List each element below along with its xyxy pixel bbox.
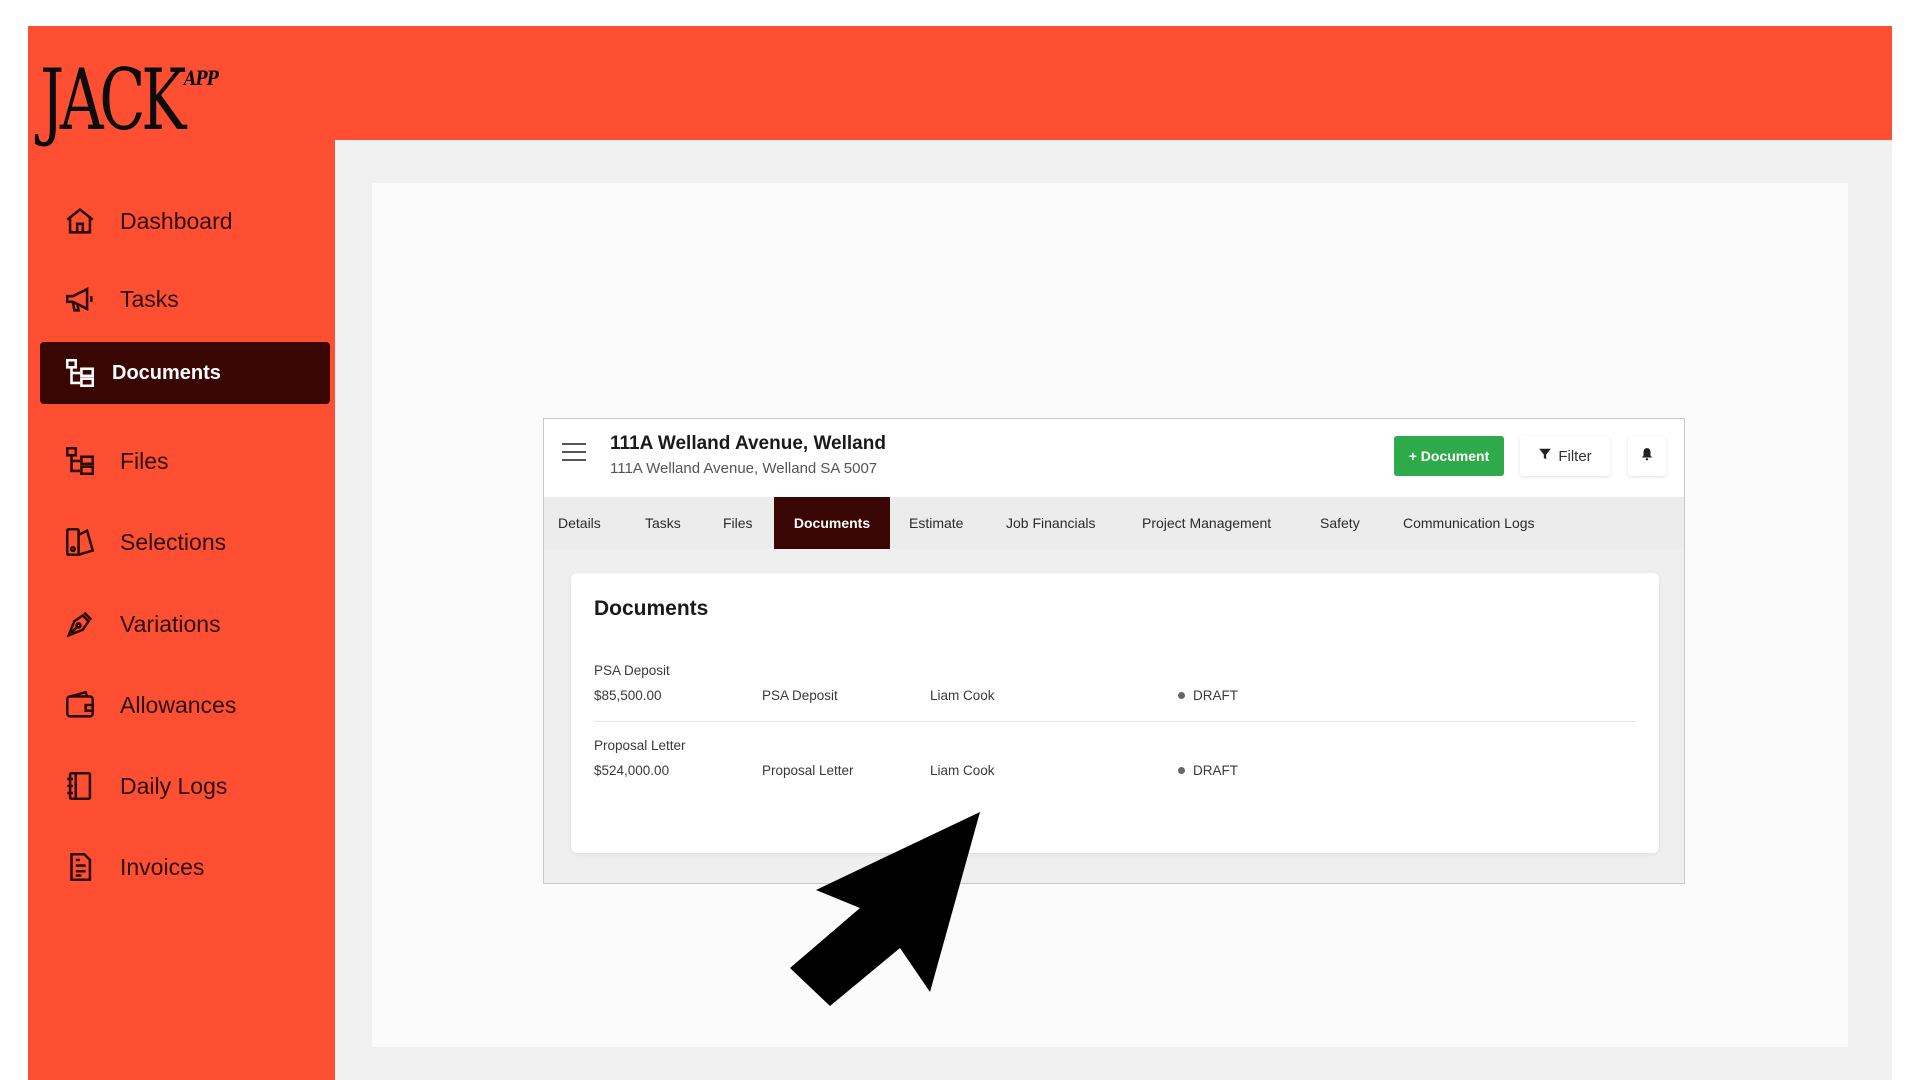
document-owner: Liam Cook [930, 763, 995, 778]
tab-documents[interactable]: Documents [774, 497, 890, 549]
hamburger-menu-icon[interactable] [562, 443, 586, 463]
document-type: PSA Deposit [762, 688, 838, 703]
sidebar-item-label: Documents [112, 361, 221, 384]
row-divider [594, 721, 1636, 722]
tab-estimate[interactable]: Estimate [909, 497, 963, 549]
filter-label: Filter [1558, 447, 1592, 465]
status-badge: DRAFT [1178, 763, 1238, 778]
job-address: 111A Welland Avenue, Welland SA 5007 [610, 460, 878, 477]
sidebar-item-label: Allowances [120, 691, 237, 718]
document-amount: $524,000.00 [594, 763, 670, 778]
job-header: 111A Welland Avenue, Welland 111A Wellan… [544, 419, 1684, 497]
sidebar-item-files[interactable]: Files [40, 430, 330, 492]
sidebar-item-label: Selections [120, 528, 227, 555]
megaphone-icon [60, 279, 100, 319]
status-dot-icon [1178, 692, 1185, 699]
tab-communication-logs[interactable]: Communication Logs [1403, 497, 1535, 549]
files-tree-icon [60, 441, 100, 481]
sidebar-item-label: Variations [120, 610, 221, 637]
sidebar-item-invoices[interactable]: Invoices [40, 836, 330, 898]
job-title: 111A Welland Avenue, Welland [610, 433, 886, 454]
sidebar-item-label: Invoices [120, 853, 205, 880]
sidebar-item-label: Dashboard [120, 207, 233, 234]
notification-button[interactable] [1628, 436, 1666, 476]
tab-details[interactable]: Details [558, 497, 601, 549]
home-icon [60, 201, 100, 241]
invoice-icon [60, 847, 100, 887]
sidebar-item-label: Tasks [120, 285, 179, 312]
job-screenshot-panel: 111A Welland Avenue, Welland 111A Wellan… [543, 418, 1685, 884]
notebook-icon [60, 766, 100, 806]
document-type: Proposal Letter [762, 763, 854, 778]
sidebar-item-label: Daily Logs [120, 772, 228, 799]
wallet-icon [60, 685, 100, 725]
sidebar-item-label: Files [120, 447, 169, 474]
bell-icon [1640, 446, 1654, 467]
filter-button[interactable]: Filter [1520, 436, 1610, 476]
sidebar-item-daily-logs[interactable]: Daily Logs [40, 755, 330, 817]
tab-files[interactable]: Files [723, 497, 753, 549]
document-name: PSA Deposit [594, 663, 670, 678]
documents-heading: Documents [594, 597, 709, 620]
sidebar-item-allowances[interactable]: Allowances [40, 674, 330, 736]
documents-card: Documents PSA Deposit $85,500.00 PSA Dep… [571, 573, 1659, 853]
table-row[interactable]: PSA Deposit $85,500.00 PSA Deposit Liam … [594, 663, 1636, 733]
logo-wordmark: JACK [40, 51, 186, 149]
selections-icon [60, 522, 100, 562]
table-row[interactable]: Proposal Letter $524,000.00 Proposal Let… [594, 738, 1636, 808]
funnel-icon [1538, 447, 1552, 465]
tab-tasks[interactable]: Tasks [645, 497, 681, 549]
logo-superscript: APP [184, 66, 219, 90]
document-amount: $85,500.00 [594, 688, 662, 703]
tab-project-management[interactable]: Project Management [1142, 497, 1271, 549]
document-owner: Liam Cook [930, 688, 995, 703]
status-dot-icon [1178, 767, 1185, 774]
status-badge: DRAFT [1178, 688, 1238, 703]
mouse-pointer-icon [790, 812, 980, 1006]
tab-job-financials[interactable]: Job Financials [1006, 497, 1096, 549]
app-logo[interactable]: JACK APP [40, 58, 237, 148]
add-document-label: + Document [1408, 448, 1490, 464]
pen-nib-icon [60, 604, 100, 644]
documents-tree-icon [60, 353, 100, 393]
sidebar-item-variations[interactable]: Variations [40, 593, 330, 655]
status-label: DRAFT [1193, 763, 1238, 778]
sidebar-item-selections[interactable]: Selections [40, 511, 330, 573]
document-name: Proposal Letter [594, 738, 686, 753]
tab-safety[interactable]: Safety [1320, 497, 1360, 549]
job-tabs: Details Tasks Files Documents Estimate J… [544, 497, 1684, 549]
sidebar-item-documents[interactable]: Documents [40, 342, 330, 404]
status-label: DRAFT [1193, 688, 1238, 703]
sidebar-item-tasks[interactable]: Tasks [40, 268, 330, 330]
sidebar-item-dashboard[interactable]: Dashboard [40, 190, 330, 252]
add-document-button[interactable]: + Document [1394, 436, 1504, 476]
